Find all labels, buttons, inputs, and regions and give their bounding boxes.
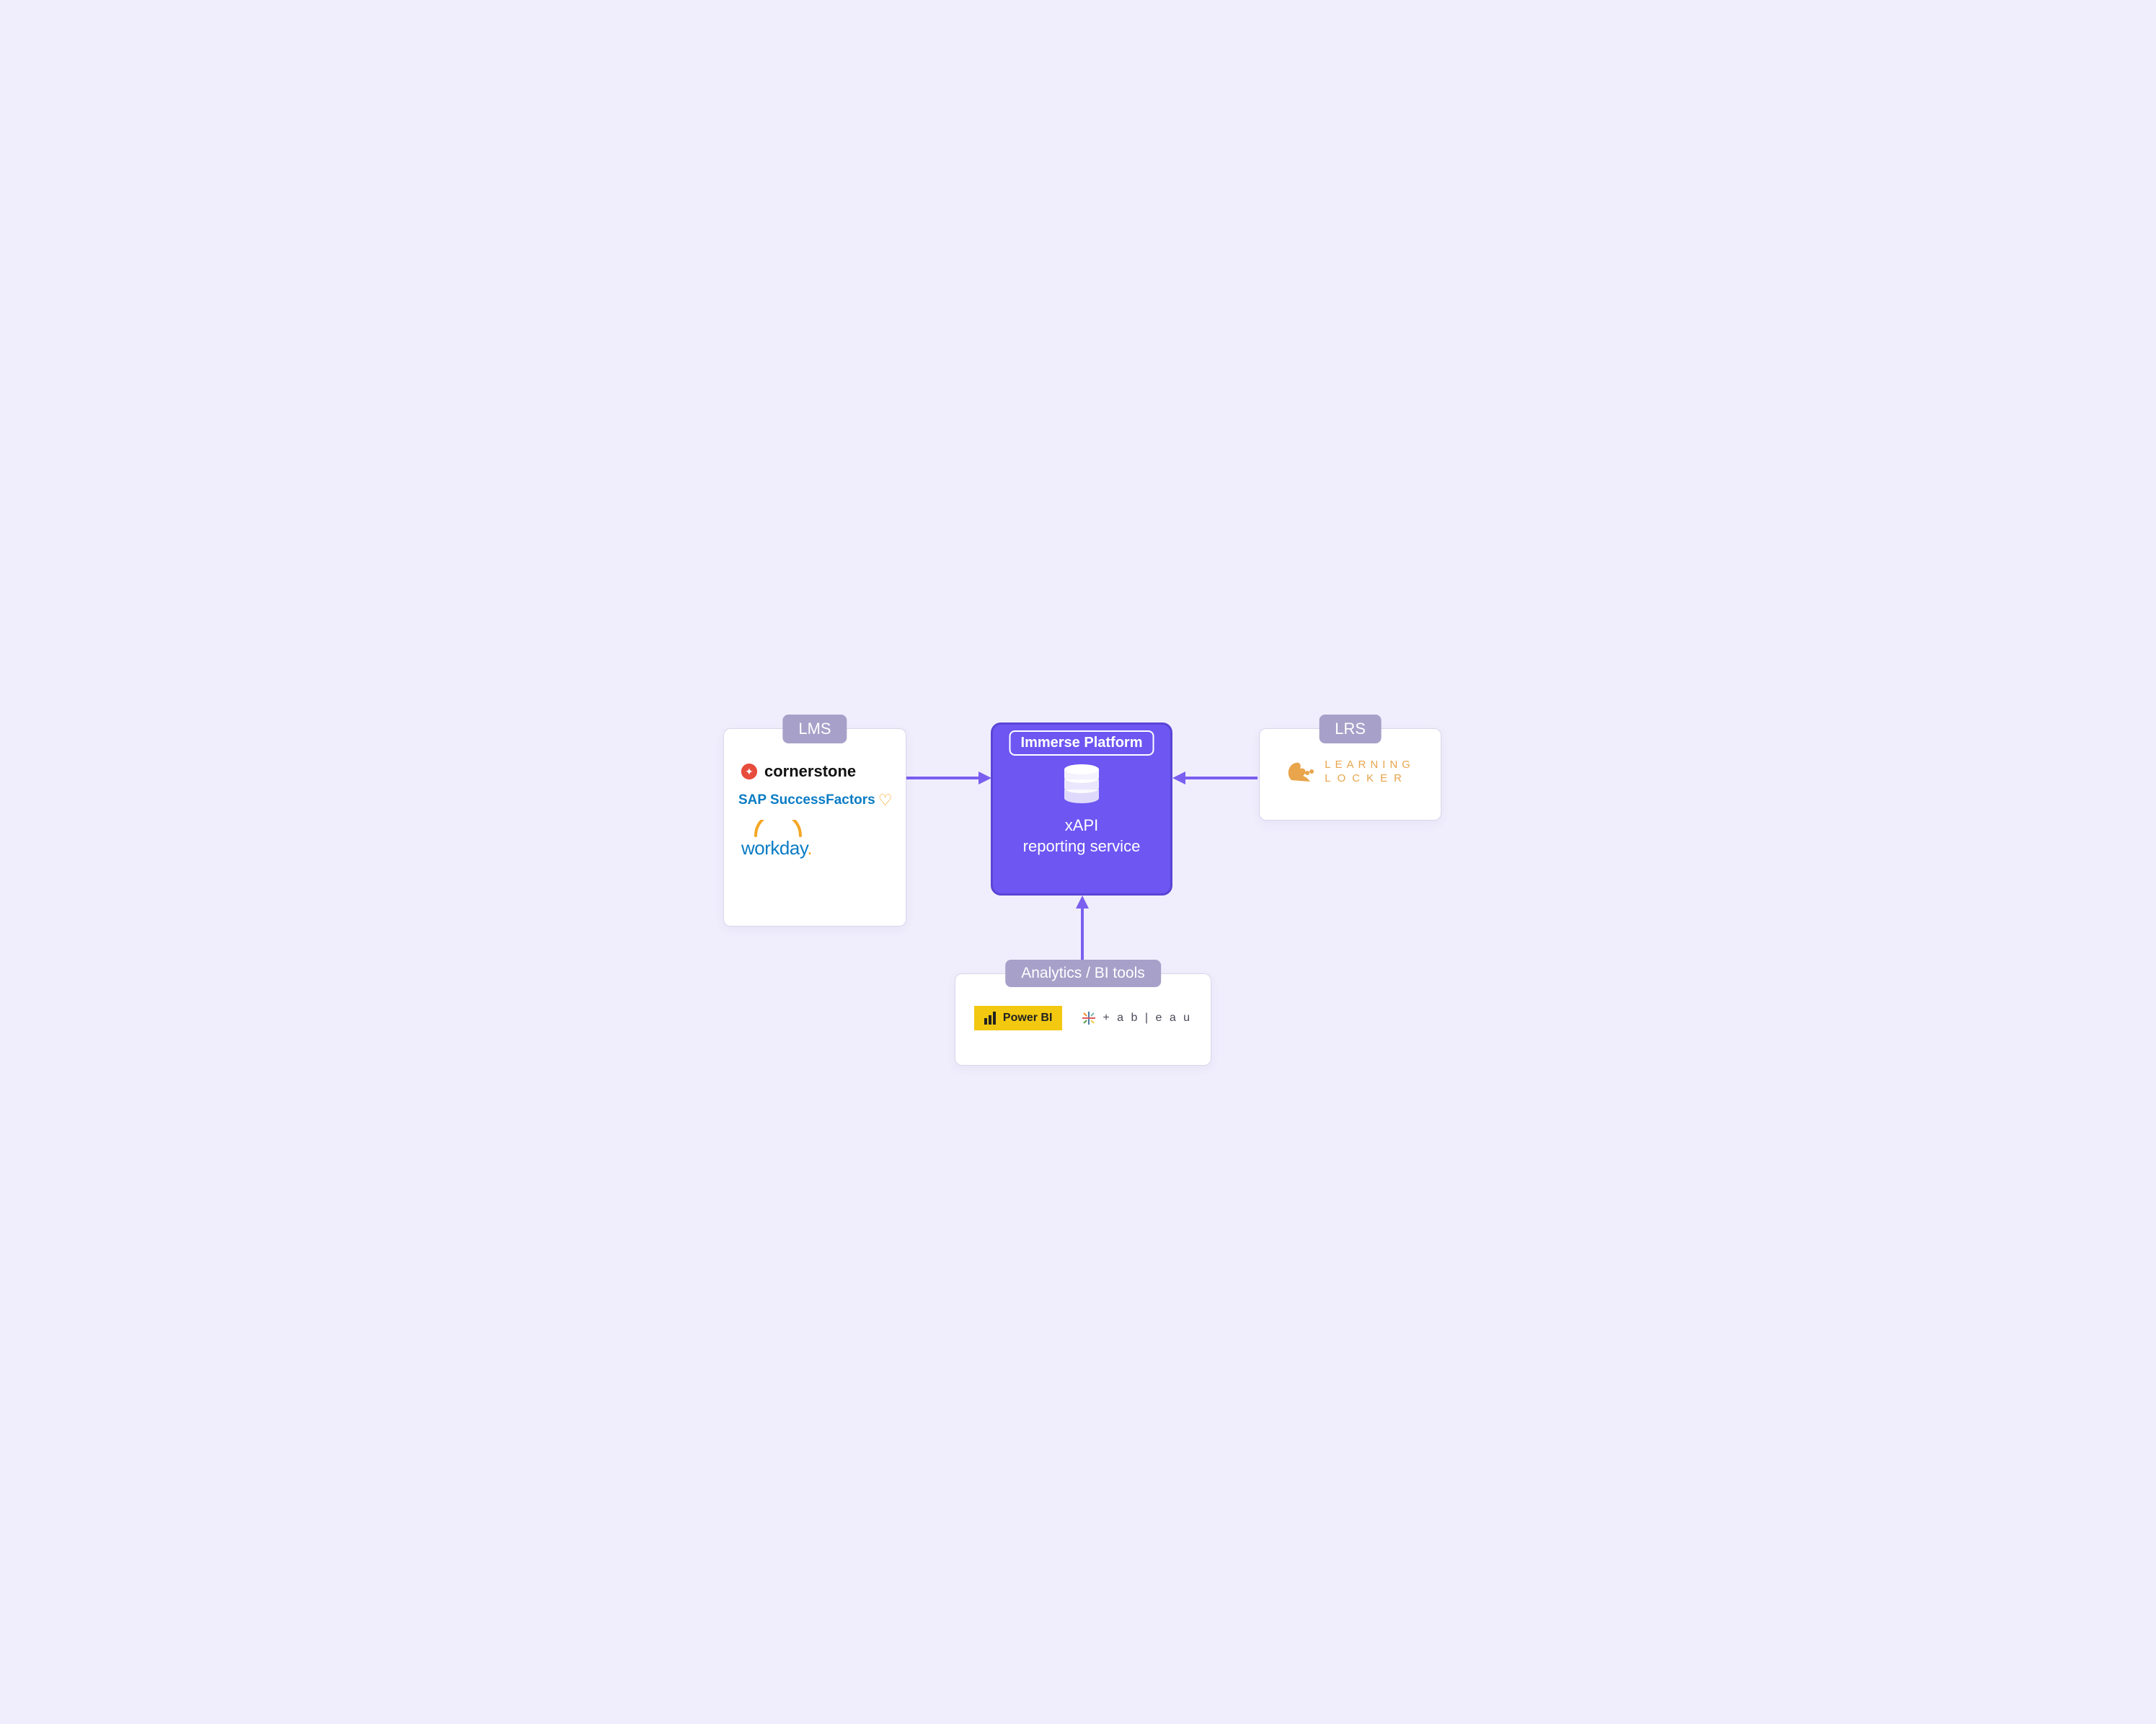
workday-logo: workday. (724, 820, 906, 859)
architecture-diagram: LMS ✦ cornerstone SAP SuccessFactors ♡ w… (642, 513, 1514, 1211)
bi-header: Analytics / BI tools (1005, 960, 1161, 987)
arrow-lrs-to-platform (1172, 767, 1258, 789)
immerse-platform-card: Immerse Platform xAPI reporting service (991, 722, 1172, 896)
learning-locker-line1: LEARNING (1325, 758, 1415, 772)
learning-locker-line2: LOCKER (1325, 772, 1415, 786)
tableau-label: + a b | e a u (1103, 1012, 1192, 1025)
lms-header: LMS (782, 715, 847, 743)
squirrel-icon (1286, 759, 1315, 784)
powerbi-bars-icon (984, 1012, 996, 1025)
lrs-card: LRS LEARNING LOCKER (1259, 728, 1441, 821)
bi-tools-card: Analytics / BI tools Power BI + (955, 973, 1211, 1066)
database-icon (1061, 764, 1102, 809)
tableau-logo: + a b | e a u (1081, 1010, 1192, 1026)
workday-arc-icon (753, 820, 803, 837)
lrs-header: LRS (1319, 715, 1382, 743)
sap-successfactors-logo: SAP SuccessFactors ♡ (738, 791, 906, 810)
platform-title-line2: reporting service (993, 836, 1170, 857)
cornerstone-icon: ✦ (741, 764, 757, 779)
heart-icon: ♡ (878, 791, 893, 810)
platform-header: Immerse Platform (1009, 730, 1154, 756)
workday-label: workday. (741, 837, 906, 859)
sap-label: SAP SuccessFactors (738, 792, 875, 808)
powerbi-label: Power BI (1003, 1012, 1052, 1025)
learning-locker-logo: LEARNING LOCKER (1260, 758, 1441, 786)
platform-title-line1: xAPI (993, 815, 1170, 836)
platform-title: xAPI reporting service (993, 815, 1170, 857)
arrow-lms-to-platform (906, 767, 991, 789)
cornerstone-label: cornerstone (764, 762, 856, 781)
powerbi-logo: Power BI (974, 1006, 1062, 1030)
lms-card: LMS ✦ cornerstone SAP SuccessFactors ♡ w… (723, 728, 906, 927)
cornerstone-logo: ✦ cornerstone (741, 762, 906, 781)
tableau-icon (1081, 1010, 1097, 1026)
